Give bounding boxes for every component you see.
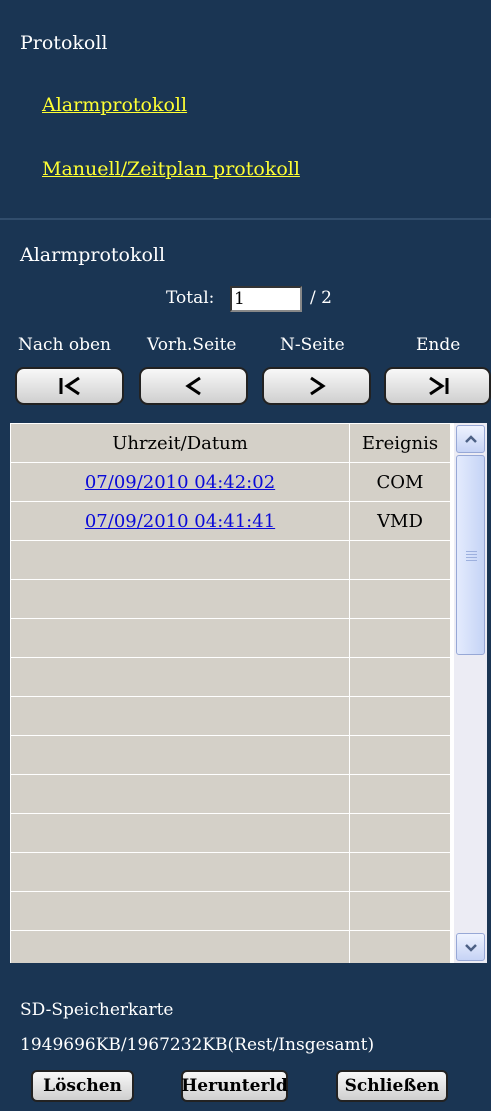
datetime-cell bbox=[10, 813, 350, 853]
event-cell bbox=[349, 852, 451, 892]
thumb-grip-line bbox=[466, 554, 477, 555]
previous-page-icon bbox=[184, 376, 201, 396]
datetime-link[interactable]: 07/09/2010 04:42:02 bbox=[85, 472, 275, 493]
datetime-cell bbox=[10, 579, 350, 619]
chevron-up-icon bbox=[464, 435, 477, 443]
scroll-up-button[interactable] bbox=[456, 425, 485, 453]
thumb-grip-line bbox=[466, 560, 477, 561]
delete-button[interactable]: Löschen bbox=[31, 1070, 134, 1102]
empty-table-row bbox=[10, 579, 451, 619]
page-number-input[interactable] bbox=[230, 286, 302, 312]
alarm-log-link[interactable]: Alarmprotokoll bbox=[42, 94, 187, 116]
download-button[interactable]: Herunterld bbox=[181, 1070, 288, 1102]
event-cell bbox=[349, 696, 451, 736]
last-page-button[interactable] bbox=[384, 367, 491, 405]
sd-card-capacity: 1949696KB/1967232KB(Rest/Insgesamt) bbox=[20, 1035, 375, 1055]
page-count: / 2 bbox=[310, 288, 332, 308]
last-page-icon bbox=[428, 376, 448, 396]
log-title: Alarmprotokoll bbox=[20, 244, 166, 266]
event-cell bbox=[349, 618, 451, 658]
empty-table-row bbox=[10, 735, 451, 775]
empty-table-row bbox=[10, 696, 451, 736]
event-cell bbox=[349, 930, 451, 963]
close-button[interactable]: Schließen bbox=[336, 1070, 448, 1102]
event-cell: VMD bbox=[349, 501, 451, 541]
total-label: Total: bbox=[166, 288, 215, 308]
next-page-icon bbox=[309, 376, 326, 396]
datetime-cell bbox=[10, 618, 350, 658]
datetime-cell bbox=[10, 774, 350, 814]
thumb-grip-line bbox=[466, 557, 477, 558]
table-row: 07/09/2010 04:42:02 COM bbox=[10, 462, 451, 502]
first-page-button[interactable] bbox=[15, 367, 124, 405]
alarm-log-table: Uhrzeit/Datum Ereignis 07/09/2010 04:42:… bbox=[10, 423, 487, 963]
previous-page-button[interactable] bbox=[139, 367, 248, 405]
first-page-label: Nach oben bbox=[18, 335, 112, 355]
event-cell bbox=[349, 774, 451, 814]
table-scrollbar[interactable] bbox=[454, 423, 487, 963]
event-cell bbox=[349, 891, 451, 931]
event-cell bbox=[349, 813, 451, 853]
empty-table-row bbox=[10, 657, 451, 697]
datetime-column-header: Uhrzeit/Datum bbox=[10, 423, 350, 463]
chevron-down-icon bbox=[464, 944, 477, 952]
event-cell bbox=[349, 579, 451, 619]
scroll-down-button[interactable] bbox=[456, 933, 485, 961]
table-row: 07/09/2010 04:41:41 VMD bbox=[10, 501, 451, 541]
previous-page-label: Vorh.Seite bbox=[147, 335, 237, 355]
event-cell bbox=[349, 657, 451, 697]
empty-table-row bbox=[10, 891, 451, 931]
first-page-icon bbox=[59, 376, 80, 396]
empty-table-row bbox=[10, 618, 451, 658]
scroll-thumb[interactable] bbox=[456, 455, 485, 655]
datetime-cell bbox=[10, 930, 350, 963]
event-cell bbox=[349, 735, 451, 775]
datetime-cell bbox=[10, 891, 350, 931]
datetime-cell bbox=[10, 657, 350, 697]
sd-card-title: SD-Speicherkarte bbox=[20, 1000, 174, 1020]
menu-title: Protokoll bbox=[20, 32, 108, 54]
datetime-link[interactable]: 07/09/2010 04:41:41 bbox=[85, 511, 275, 532]
next-page-label: N-Seite bbox=[280, 335, 345, 355]
datetime-cell: 07/09/2010 04:41:41 bbox=[10, 501, 350, 541]
thumb-grip-line bbox=[466, 551, 477, 552]
event-cell: COM bbox=[349, 462, 451, 502]
last-page-label: Ende bbox=[416, 335, 461, 355]
datetime-cell bbox=[10, 540, 350, 580]
empty-table-row bbox=[10, 540, 451, 580]
next-page-button[interactable] bbox=[262, 367, 371, 405]
empty-table-row bbox=[10, 852, 451, 892]
datetime-cell bbox=[10, 852, 350, 892]
event-column-header: Ereignis bbox=[349, 423, 451, 463]
manual-schedule-log-link[interactable]: Manuell/Zeitplan protokoll bbox=[42, 158, 300, 180]
empty-table-row bbox=[10, 813, 451, 853]
empty-table-row bbox=[10, 930, 451, 963]
datetime-cell bbox=[10, 696, 350, 736]
event-cell bbox=[349, 540, 451, 580]
section-divider bbox=[0, 218, 491, 220]
empty-table-row bbox=[10, 774, 451, 814]
datetime-cell: 07/09/2010 04:42:02 bbox=[10, 462, 350, 502]
datetime-cell bbox=[10, 735, 350, 775]
